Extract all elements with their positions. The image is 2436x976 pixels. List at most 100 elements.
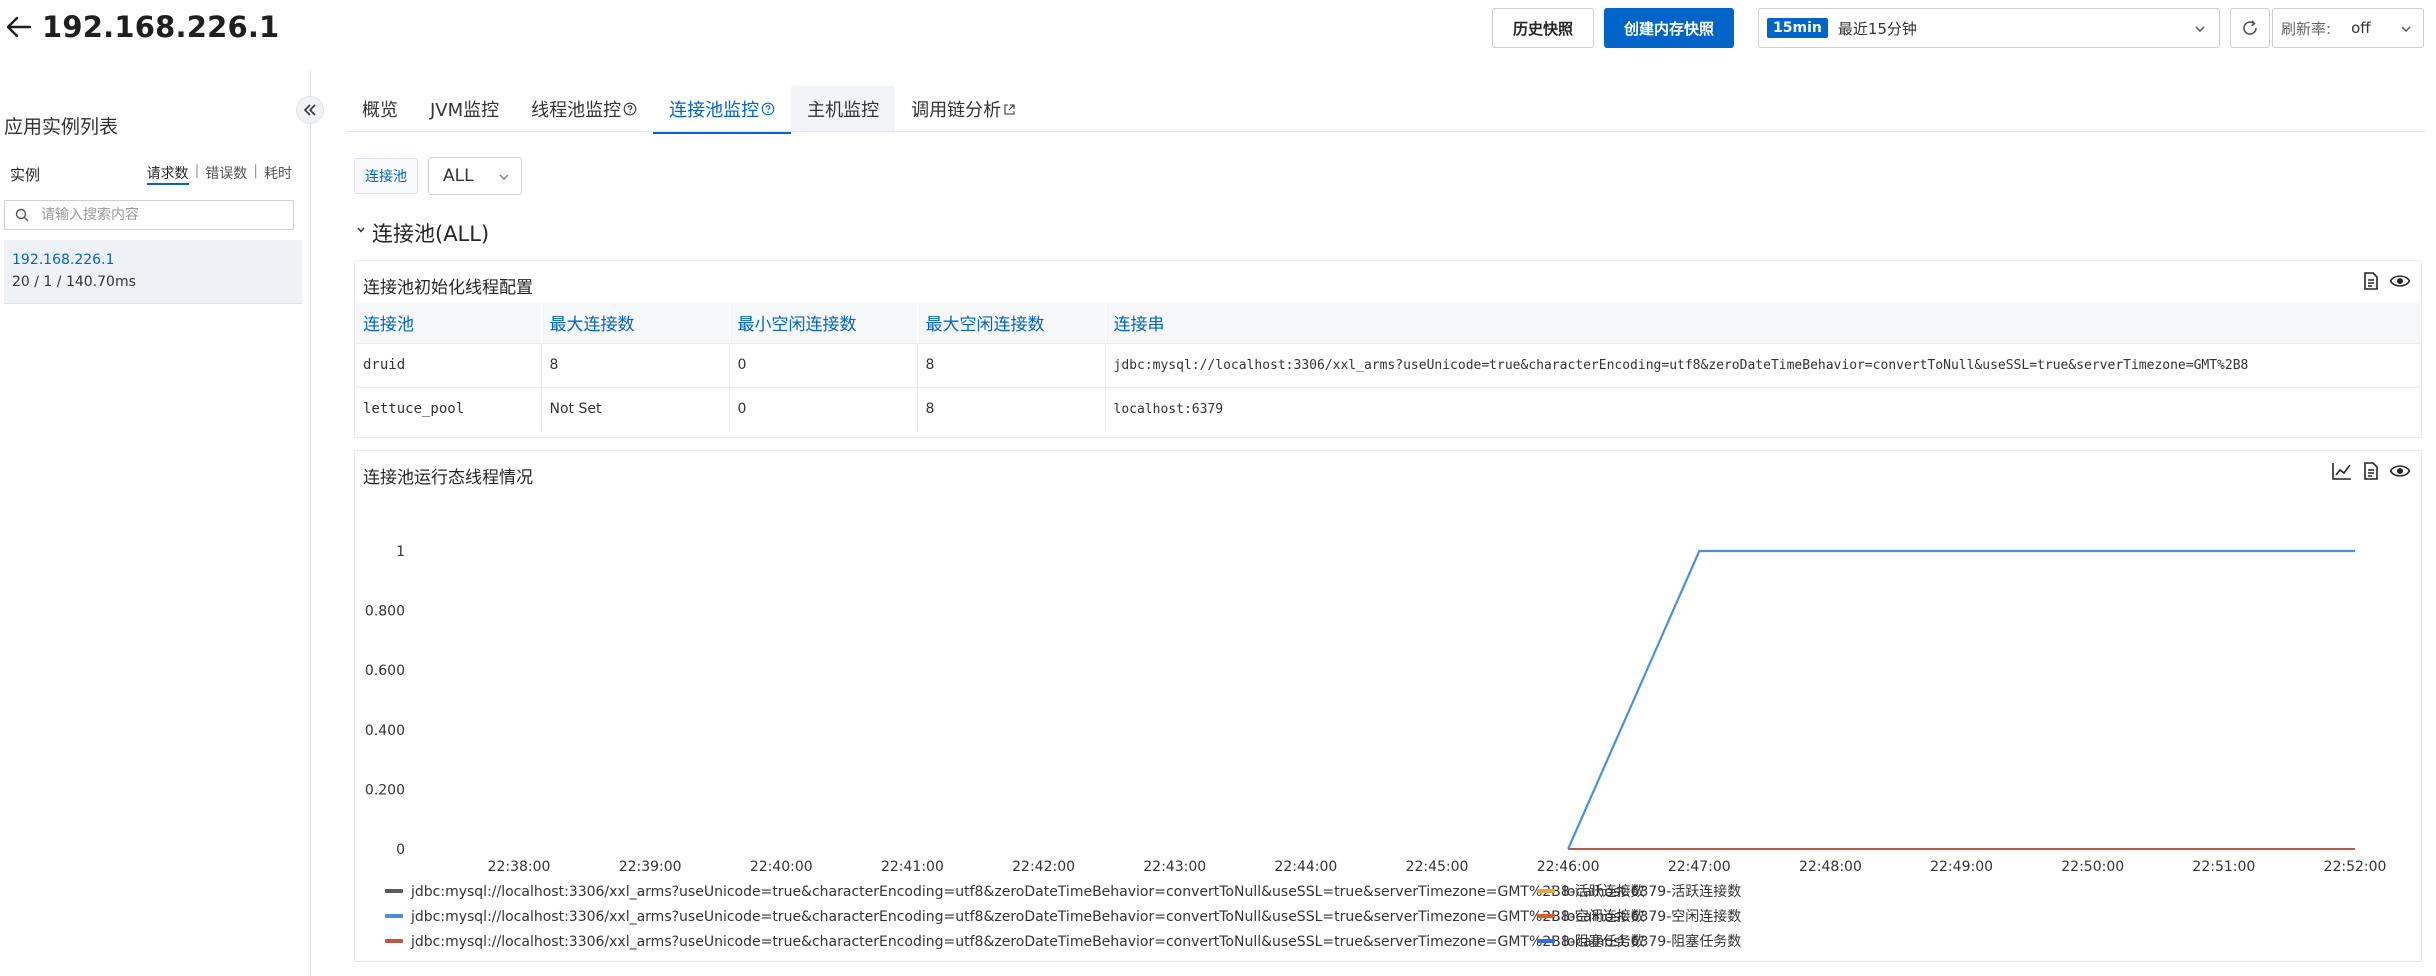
pool-filter-label: 连接池: [354, 158, 418, 194]
tab-thread-pool[interactable]: 线程池监控: [515, 86, 653, 132]
table-cell: 0: [729, 342, 918, 387]
chevron-down-icon: [499, 174, 509, 180]
runtime-line-chart: 0 0.200 0.400 0.600 0.800 1 22:38:00 22:39:00 22…: [365, 544, 2387, 871]
table-row: lettuce_pool Not Set 0 8 localhost:6379: [355, 386, 2421, 431]
x-tick-label: 22:50:00: [2061, 859, 2124, 871]
tabs-divider: [346, 131, 2426, 132]
external-link-icon: [1004, 103, 1015, 115]
sort-latency[interactable]: 耗时: [264, 163, 292, 185]
x-tick-label: 22:43:00: [1143, 859, 1206, 871]
double-chevron-left-icon: [303, 104, 316, 116]
document-icon[interactable]: [2361, 271, 2381, 291]
y-tick-label: 0: [396, 842, 405, 858]
y-tick-label: 0.800: [365, 604, 405, 620]
legend-swatch: [385, 914, 403, 918]
y-tick-label: 1: [396, 544, 405, 560]
x-tick-label: 22:45:00: [1406, 859, 1469, 871]
x-tick-label: 22:51:00: [2192, 859, 2255, 871]
section-collapse-toggle[interactable]: [356, 224, 366, 238]
legend-label: localhost:6379-空闲连接数: [1563, 909, 1742, 925]
y-tick-label: 0.400: [365, 723, 405, 739]
legend-swatch: [1537, 889, 1555, 893]
help-icon: [761, 102, 775, 116]
pool-config-table: 连接池 最大连接数 最小空闲连接数 最大空闲连接数 连接串 druid 8 0 …: [355, 303, 2421, 431]
tab-host[interactable]: 主机监控: [791, 86, 896, 132]
pool-config-card: 连接池初始化线程配置 连接池 最大连接数 最小空闲连接数 最大空闲连接数 连接串…: [354, 260, 2422, 438]
legend-label: jdbc:mysql://localhost:3306/xxl_arms?use…: [411, 909, 1645, 925]
x-tick-label: 22:41:00: [881, 859, 944, 871]
table-cell: Not Set: [541, 386, 730, 431]
legend-item[interactable]: localhost:6379-空闲连接数: [1537, 906, 1741, 926]
x-tick-label: 22:38:00: [488, 859, 551, 871]
instance-list-item[interactable]: 192.168.226.1 20 / 1 / 140.70ms: [4, 240, 302, 304]
search-icon: [15, 208, 29, 222]
legend-swatch: [385, 939, 403, 943]
sort-options: 请求数 | 错误数 | 耗时: [146, 163, 292, 185]
history-snapshot-button[interactable]: 历史快照: [1492, 8, 1594, 48]
collapse-sidebar-button[interactable]: [296, 96, 324, 124]
column-header: 连接池: [355, 303, 542, 343]
legend-item[interactable]: localhost:6379-活跃连接数: [1537, 881, 1741, 901]
x-tick-label: 22:42:00: [1012, 859, 1075, 871]
legend-item[interactable]: jdbc:mysql://localhost:3306/xxl_arms?use…: [385, 881, 1645, 901]
y-tick-label: 0.200: [365, 782, 405, 798]
time-range-select[interactable]: 15min 最近15分钟: [1758, 8, 2220, 48]
pool-filter-select[interactable]: ALL: [428, 157, 522, 195]
tab-connection-pool[interactable]: 连接池监控: [653, 86, 792, 134]
tab-jvm[interactable]: JVM监控: [414, 86, 515, 132]
column-header: 最大连接数: [541, 303, 730, 343]
monitor-tabs: 概览 JVM监控 线程池监控 连接池监控 主机监控 调用链分析: [346, 86, 1032, 134]
instance-search-input[interactable]: [41, 207, 271, 223]
chevron-down-icon: [2195, 26, 2205, 33]
legend-swatch: [1537, 914, 1555, 918]
tab-trace-analysis[interactable]: 调用链分析: [895, 86, 1032, 132]
eye-icon[interactable]: [2389, 271, 2411, 291]
series-line: [1567, 549, 2355, 850]
x-tick-label: 22:49:00: [1930, 859, 1993, 871]
sort-errors[interactable]: 错误数: [205, 163, 247, 185]
instance-column-label: 实例: [10, 165, 41, 184]
table-cell: lettuce_pool: [355, 386, 542, 431]
instance-metrics: 20 / 1 / 140.70ms: [12, 274, 136, 290]
legend-label: localhost:6379-阻塞任务数: [1563, 934, 1742, 950]
legend-label: jdbc:mysql://localhost:3306/xxl_arms?use…: [411, 934, 1645, 950]
sidebar-divider: [310, 70, 311, 976]
x-tick-label: 22:44:00: [1274, 859, 1337, 871]
back-arrow-icon[interactable]: [4, 12, 34, 42]
refresh-rate-value: off: [2351, 19, 2371, 37]
refresh-icon: [2243, 20, 2257, 35]
refresh-rate-select[interactable]: 刷新率: off: [2272, 8, 2424, 48]
legend-item[interactable]: localhost:6379-阻塞任务数: [1537, 931, 1741, 951]
tab-overview[interactable]: 概览: [346, 86, 414, 132]
x-tick-label: 22:40:00: [750, 859, 813, 871]
x-tick-label: 22:46:00: [1537, 859, 1600, 871]
column-header: 最小空闲连接数: [729, 303, 918, 343]
section-title: 连接池(ALL): [372, 222, 490, 246]
table-cell: 8: [917, 386, 1106, 431]
refresh-rate-label: 刷新率:: [2281, 19, 2332, 38]
legend-swatch: [1537, 939, 1555, 943]
legend-label: jdbc:mysql://localhost:3306/xxl_arms?use…: [411, 884, 1645, 900]
chevron-down-icon: [2401, 26, 2411, 33]
table-cell: 8: [541, 342, 730, 387]
instance-list-header: 实例 请求数 | 错误数 | 耗时: [4, 160, 294, 188]
create-memory-snapshot-button[interactable]: 创建内存快照: [1604, 8, 1734, 48]
legend-item[interactable]: jdbc:mysql://localhost:3306/xxl_arms?use…: [385, 906, 1645, 926]
sidebar-title: 应用实例列表: [4, 116, 119, 138]
time-range-badge: 15min: [1767, 18, 1828, 38]
time-range-label: 最近15分钟: [1837, 19, 1917, 38]
table-row: druid 8 0 8 jdbc:mysql://localhost:3306/…: [355, 342, 2421, 387]
page-title: 192.168.226.1: [42, 10, 280, 44]
instance-ip: 192.168.226.1: [12, 252, 115, 268]
table-cell: localhost:6379: [1105, 386, 2421, 431]
card-actions: [2361, 271, 2411, 291]
column-header: 最大空闲连接数: [917, 303, 1106, 343]
chevron-down-icon: [357, 227, 365, 233]
pool-filter-value: ALL: [443, 166, 474, 186]
legend-item[interactable]: jdbc:mysql://localhost:3306/xxl_arms?use…: [385, 931, 1645, 951]
help-icon: [623, 102, 637, 116]
table-cell: 0: [729, 386, 918, 431]
instance-search-box: [4, 200, 294, 230]
sort-requests[interactable]: 请求数: [146, 163, 189, 185]
refresh-button[interactable]: [2230, 8, 2270, 48]
